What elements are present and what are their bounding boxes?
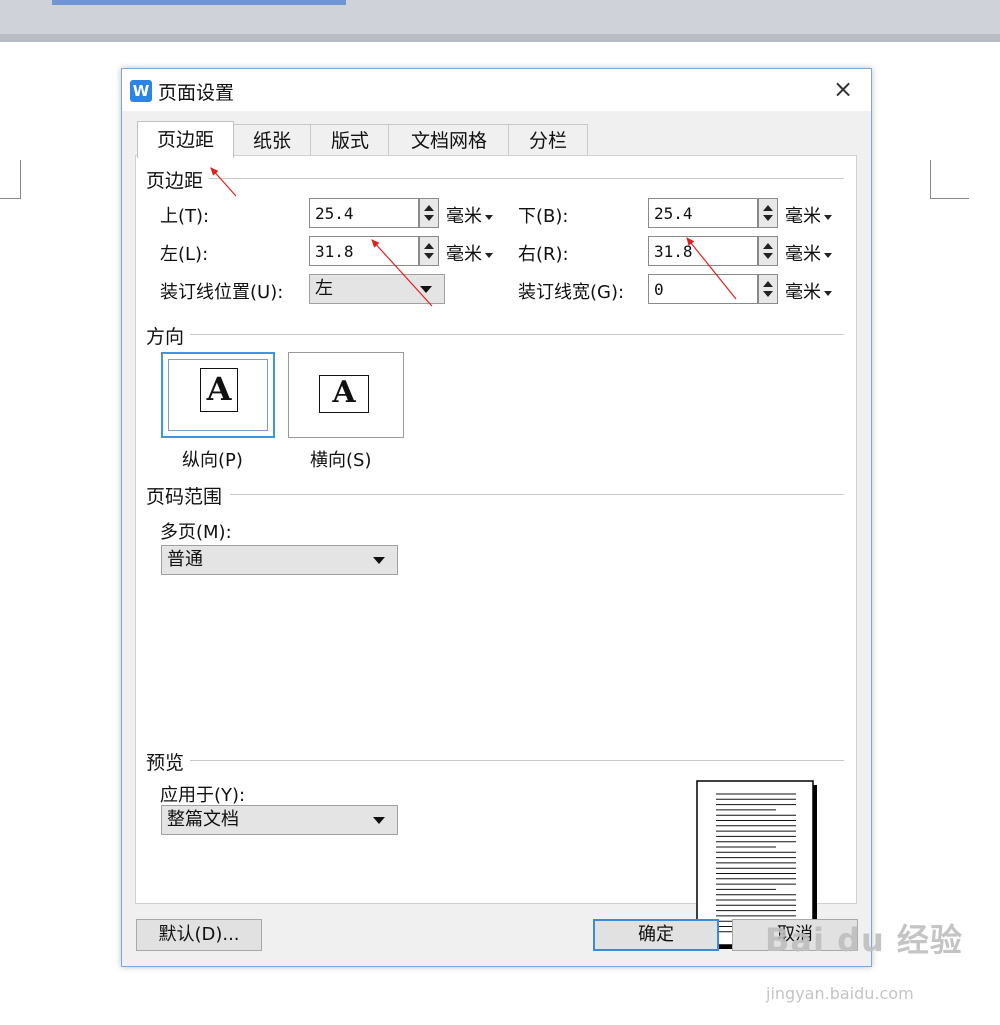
multiple-pages-value: 普通: [167, 549, 203, 570]
portrait-option[interactable]: A: [161, 352, 275, 438]
section-divider: [190, 334, 844, 335]
page-range-section-title: 页码范围: [146, 482, 229, 509]
section-divider: [208, 178, 844, 179]
tab-columns[interactable]: 分栏: [508, 124, 588, 157]
apply-to-value: 整篇文档: [167, 809, 239, 830]
apply-to-select[interactable]: 整篇文档: [161, 805, 398, 835]
dropdown-arrow-icon: [420, 286, 432, 293]
margins-section-title: 页边距: [146, 166, 210, 193]
bottom-margin-input[interactable]: 25.4: [648, 198, 758, 228]
section-divider: [230, 494, 844, 495]
right-margin-unit-dropdown[interactable]: 毫米: [785, 240, 832, 266]
watermark-logo: Bai du 经验: [765, 921, 963, 959]
chevron-down-icon: [485, 214, 493, 220]
left-margin-unit-dropdown[interactable]: 毫米: [446, 240, 493, 266]
left-margin-input[interactable]: 31.8: [309, 236, 419, 266]
chevron-down-icon: [824, 252, 832, 258]
gutter-position-select[interactable]: 左: [309, 274, 445, 304]
tab-panel-margins: 页边距 上(T): 25.4 毫米 下(B): 25.4 毫米 左(L): 31…: [135, 155, 857, 949]
watermark-url: jingyan.baidu.com: [766, 984, 914, 1003]
portrait-page-icon: A: [200, 368, 238, 412]
tab-margins[interactable]: 页边距: [137, 121, 234, 158]
section-divider: [190, 760, 844, 761]
unit-label: 毫米: [785, 206, 821, 227]
ok-button[interactable]: 确定: [593, 919, 719, 951]
bottom-margin-unit-dropdown[interactable]: 毫米: [785, 202, 832, 228]
page-corner-mark-left: [0, 160, 21, 199]
bottom-margin-label: 下(B):: [518, 206, 569, 227]
gutter-position-value: 左: [315, 278, 333, 299]
bottom-margin-spinner[interactable]: [758, 198, 778, 228]
page-corner-mark-right: [930, 160, 969, 199]
left-margin-label: 左(L):: [160, 244, 209, 265]
orientation-section-title: 方向: [146, 322, 191, 349]
top-margin-label: 上(T):: [160, 206, 210, 227]
dialog-titlebar[interactable]: W 页面设置 ×: [122, 69, 871, 111]
document-tab-bar: [0, 0, 1000, 42]
gutter-width-unit-dropdown[interactable]: 毫米: [785, 278, 832, 304]
dropdown-arrow-icon: [373, 817, 385, 824]
gutter-width-spinner[interactable]: [758, 274, 778, 304]
portrait-label[interactable]: 纵向(P): [182, 446, 243, 472]
unit-label: 毫米: [785, 244, 821, 265]
chevron-down-icon: [485, 252, 493, 258]
unit-label: 毫米: [446, 244, 482, 265]
multiple-pages-label: 多页(M):: [160, 522, 232, 543]
unit-label: 毫米: [446, 206, 482, 227]
left-margin-spinner[interactable]: [419, 236, 439, 266]
tab-document-grid[interactable]: 文档网格: [388, 124, 510, 157]
gutter-position-label: 装订线位置(U):: [160, 282, 284, 303]
apply-to-label: 应用于(Y):: [160, 785, 246, 806]
page-setup-dialog: W 页面设置 × 页边距 纸张 版式 文档网格 分栏 页边距 上(T): 25.…: [121, 68, 872, 967]
gutter-width-label: 装订线宽(G):: [518, 282, 625, 303]
chevron-down-icon: [824, 290, 832, 296]
unit-label: 毫米: [785, 282, 821, 303]
dropdown-arrow-icon: [373, 557, 385, 564]
tab-paper[interactable]: 纸张: [232, 124, 312, 157]
dialog-title: 页面设置: [158, 82, 235, 104]
landscape-page-icon: A: [319, 375, 369, 413]
default-button[interactable]: 默认(D)...: [136, 919, 262, 951]
multiple-pages-select[interactable]: 普通: [161, 545, 398, 575]
right-margin-spinner[interactable]: [758, 236, 778, 266]
top-margin-input[interactable]: 25.4: [309, 198, 419, 228]
right-margin-input[interactable]: 31.8: [648, 236, 758, 266]
wps-writer-icon: W: [130, 80, 152, 102]
landscape-option[interactable]: A: [288, 352, 404, 438]
tab-bar-shadow: [0, 34, 1000, 42]
landscape-label[interactable]: 横向(S): [310, 446, 371, 472]
top-margin-spinner[interactable]: [419, 198, 439, 228]
close-icon[interactable]: ×: [830, 77, 856, 103]
chevron-down-icon: [824, 214, 832, 220]
gutter-width-input[interactable]: 0: [648, 274, 758, 304]
top-margin-unit-dropdown[interactable]: 毫米: [446, 202, 493, 228]
active-document-tab-indicator[interactable]: [52, 0, 346, 5]
right-margin-label: 右(R):: [518, 244, 569, 265]
preview-section-title: 预览: [146, 748, 191, 775]
tab-layout[interactable]: 版式: [310, 124, 390, 157]
